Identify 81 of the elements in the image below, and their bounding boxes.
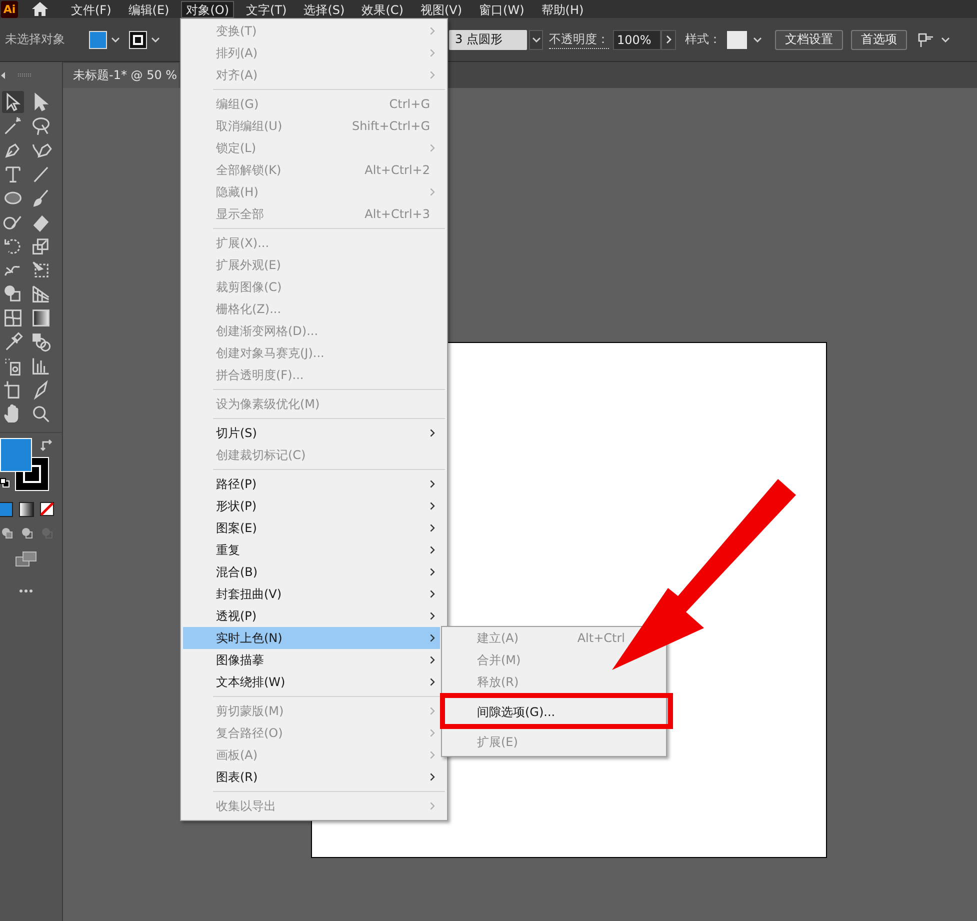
more-tools-icon[interactable]	[19, 589, 33, 593]
menu-item[interactable]: 混合(B)	[183, 561, 440, 583]
menu-item[interactable]: 切片(S)	[183, 422, 440, 444]
menu-bar-item[interactable]: 选择(S)	[298, 0, 350, 18]
menu-bar-item[interactable]: 对象(O)	[181, 0, 234, 18]
caret-icon[interactable]	[151, 36, 160, 42]
default-colors-icon[interactable]	[0, 478, 10, 488]
menu-bar-item[interactable]: 窗口(W)	[474, 0, 530, 18]
swap-icon[interactable]	[40, 438, 54, 452]
submenu-chevron-icon	[430, 590, 435, 598]
style-swatch[interactable]	[727, 30, 747, 48]
gradient-mode-button[interactable]	[19, 502, 34, 516]
caret-icon[interactable]	[941, 36, 950, 42]
submenu-chevron-icon	[430, 612, 435, 620]
menu-item[interactable]: 实时上色(N)	[183, 627, 440, 649]
blend-icon[interactable]	[30, 331, 52, 353]
toolbar-button[interactable]: 首选项	[851, 30, 907, 50]
menu-item[interactable]: 形状(P)	[183, 495, 440, 517]
submenu-chevron-icon	[430, 678, 435, 686]
home-icon[interactable]	[31, 1, 49, 17]
submenu-chevron-icon	[430, 27, 435, 35]
menu-item[interactable]: 图表(R)	[183, 766, 440, 788]
draw-behind-icon[interactable]	[21, 527, 33, 539]
search-icon[interactable]	[30, 403, 52, 425]
opacity-slider-button[interactable]	[661, 30, 676, 50]
app-logo: Ai	[1, 0, 18, 18]
collapse-icon[interactable]	[1, 72, 6, 78]
submenu-chevron-icon	[430, 480, 435, 488]
opacity-field[interactable]: 100%	[613, 30, 661, 50]
caret-icon[interactable]	[532, 36, 540, 42]
menu-item[interactable]: 路径(P)	[183, 473, 440, 495]
document-tab[interactable]: 未标题-1* @ 50 %	[63, 63, 180, 88]
menu-bar-item[interactable]: 文件(F)	[66, 0, 116, 18]
mesh-icon[interactable]	[2, 307, 24, 329]
menu-item[interactable]: 封套扭曲(V)	[183, 583, 440, 605]
menu-bar-item[interactable]: 文字(T)	[241, 0, 292, 18]
menu-bar-item[interactable]: 视图(V)	[415, 0, 468, 18]
menu-bar-item[interactable]: 编辑(E)	[123, 0, 174, 18]
gripper-icon[interactable]	[18, 73, 32, 77]
submenu-chevron-icon	[430, 568, 435, 576]
menu-item[interactable]: 图案(E)	[183, 517, 440, 539]
toolbar-button[interactable]: 文档设置	[775, 30, 843, 50]
lasso-icon[interactable]	[30, 115, 52, 137]
submenu-chevron-icon	[430, 802, 435, 810]
screen-mode-icon[interactable]	[15, 551, 37, 567]
submenu-chevron-icon	[430, 524, 435, 532]
brush-dropdown[interactable]: 3 点圆形	[449, 30, 527, 50]
submenu-chevron-icon	[430, 656, 435, 664]
chevron-right-icon	[666, 35, 672, 44]
submenu-chevron-icon	[430, 729, 435, 737]
menu-item[interactable]: 文本绕排(W)	[183, 671, 440, 693]
submenu-chevron-icon	[430, 502, 435, 510]
submenu-chevron-icon	[430, 429, 435, 437]
submenu-chevron-icon	[430, 49, 435, 57]
menu-bar-item[interactable]: 帮助(H)	[536, 0, 589, 18]
opacity-label[interactable]: 不透明度：	[549, 30, 609, 48]
submenu-chevron-icon	[430, 707, 435, 715]
caret-icon[interactable]	[753, 36, 762, 42]
caret-icon[interactable]	[111, 36, 120, 42]
fill-stroke-swatches-drawing[interactable]	[0, 438, 50, 492]
submenu-chevron-icon	[430, 773, 435, 781]
fill-swatch[interactable]	[89, 30, 107, 48]
menu-item[interactable]: 透视(P)	[183, 605, 440, 627]
perspective-grid-icon[interactable]	[30, 283, 52, 305]
dropdown-button[interactable]	[529, 30, 543, 50]
color-mode-button[interactable]	[0, 502, 13, 516]
submenu-chevron-icon	[430, 751, 435, 759]
submenu-chevron-icon	[430, 188, 435, 196]
submenu-chevron-icon	[430, 144, 435, 152]
gradient-icon[interactable]	[30, 307, 52, 329]
none-mode-icon[interactable]	[40, 502, 54, 516]
stroke-swatch[interactable]	[129, 30, 147, 48]
menu-bar-item[interactable]: 效果(C)	[356, 0, 408, 18]
submenu-chevron-icon	[430, 634, 435, 642]
menu-item[interactable]: 图像描摹	[183, 649, 440, 671]
submenu-chevron-icon	[430, 546, 435, 554]
selection-status: 未选择对象	[5, 31, 65, 48]
submenu-chevron-icon	[430, 71, 435, 79]
draw-normal-icon[interactable]	[1, 527, 13, 539]
menu-item[interactable]: 重复	[183, 539, 440, 561]
style-label: 样式：	[685, 31, 721, 48]
